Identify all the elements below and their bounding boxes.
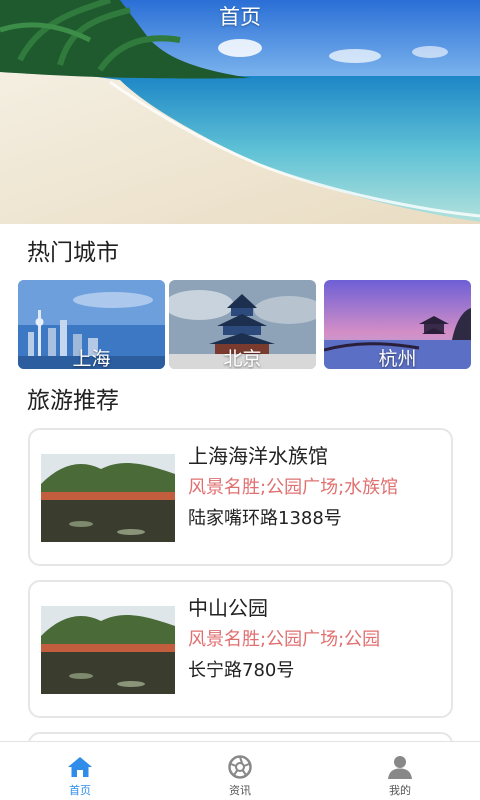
page-title: 首页 xyxy=(219,5,261,29)
recommendation-card[interactable]: 上海海洋水族馆 风景名胜;公园广场;水族馆 陆家嘴环路1388号 xyxy=(28,428,453,566)
city-card-shanghai[interactable]: 上海 xyxy=(18,280,165,369)
attraction-tags: 风景名胜;公园广场;公园 xyxy=(188,629,381,650)
recommendation-card[interactable]: 中山公园 风景名胜;公园广场;公园 长宁路780号 xyxy=(28,580,453,718)
tab-label: 资讯 xyxy=(229,784,251,797)
beach-image xyxy=(0,0,480,224)
bottom-tab-bar: 首页 资讯 我的 xyxy=(0,741,480,800)
tab-home[interactable]: 首页 xyxy=(0,742,160,800)
aperture-icon xyxy=(228,755,252,779)
tab-profile[interactable]: 我的 xyxy=(320,742,480,800)
city-card-beijing[interactable]: 北京 xyxy=(169,280,316,369)
attraction-name: 中山公园 xyxy=(188,596,268,620)
park-thumbnail xyxy=(41,454,175,542)
attraction-address: 长宁路780号 xyxy=(188,660,295,681)
user-icon xyxy=(388,756,412,779)
city-label: 上海 xyxy=(72,348,111,369)
tab-news[interactable]: 资讯 xyxy=(160,742,320,800)
app-screen: 首页 热门城市 上海 北京 杭州 旅游推荐 上海海洋水族馆 风景名胜;公园广场;… xyxy=(0,0,480,800)
tab-label: 我的 xyxy=(389,784,411,797)
home-icon xyxy=(68,757,92,777)
recommend-heading: 旅游推荐 xyxy=(27,388,119,414)
city-label: 杭州 xyxy=(378,348,417,369)
hot-cities-heading: 热门城市 xyxy=(27,240,119,266)
attraction-address: 陆家嘴环路1388号 xyxy=(188,508,342,529)
city-label: 北京 xyxy=(223,348,262,369)
city-card-hangzhou[interactable]: 杭州 xyxy=(324,280,471,369)
tab-label: 首页 xyxy=(69,784,91,797)
park-thumbnail xyxy=(41,606,175,694)
hero-banner: 首页 xyxy=(0,0,480,224)
attraction-name: 上海海洋水族馆 xyxy=(188,444,328,468)
attraction-tags: 风景名胜;公园广场;水族馆 xyxy=(188,477,399,498)
